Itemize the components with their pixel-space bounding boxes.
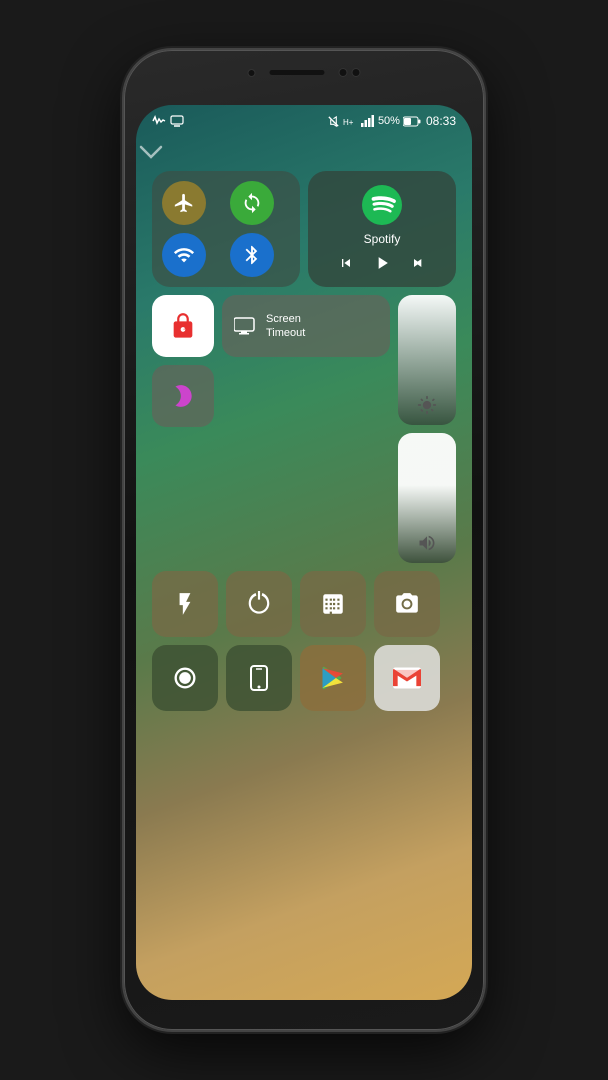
- airplane-mode-btn[interactable]: [162, 181, 206, 225]
- speaker: [270, 70, 325, 75]
- chevron-indicator[interactable]: [136, 133, 472, 166]
- status-time: 08:33: [426, 114, 456, 128]
- control-center: Spotify: [136, 166, 472, 729]
- wifi-btn[interactable]: [162, 233, 206, 277]
- do-not-disturb-btn[interactable]: [152, 365, 214, 427]
- calculator-btn[interactable]: [300, 571, 366, 637]
- gmail-icon: [393, 667, 421, 689]
- front-camera: [248, 69, 256, 77]
- battery-percent: 50%: [378, 115, 400, 127]
- moon-icon: [170, 383, 196, 409]
- bottom-row-2: [152, 645, 456, 711]
- wifi-icon: [173, 244, 195, 266]
- timer-icon: [246, 591, 272, 617]
- rotation-icon: [241, 192, 263, 214]
- play-btn[interactable]: [372, 253, 392, 273]
- sliders-area: [398, 295, 456, 563]
- camera-2: [352, 68, 361, 77]
- phone-outer: H+ 50% 08:33: [124, 50, 484, 1030]
- volume-icon: [417, 533, 437, 553]
- play-store-btn[interactable]: [300, 645, 366, 711]
- lock-rotation-icon: [169, 312, 197, 340]
- left-icons-col: [152, 295, 214, 563]
- screen-timeout-btn[interactable]: ScreenTimeout: [222, 295, 390, 357]
- spotify-logo: [362, 185, 402, 225]
- volume-slider[interactable]: [398, 433, 456, 563]
- screen-timeout-label: ScreenTimeout: [266, 312, 305, 341]
- camera-btn[interactable]: [374, 571, 440, 637]
- spotify-panel: Spotify: [308, 171, 456, 287]
- screen-record-icon: [170, 114, 184, 128]
- status-left: [152, 114, 184, 128]
- brightness-slider[interactable]: [398, 295, 456, 425]
- bluetooth-btn[interactable]: [230, 233, 274, 277]
- status-right: H+ 50% 08:33: [327, 114, 456, 128]
- mobile-btn[interactable]: [226, 645, 292, 711]
- mute-icon: [327, 115, 340, 128]
- quick-toggles-panel: [152, 171, 300, 287]
- svg-text:H+: H+: [343, 118, 354, 127]
- screen-record-btn[interactable]: [152, 645, 218, 711]
- cell-signal-icon: [361, 115, 375, 127]
- battery-icon: [403, 116, 421, 127]
- chevron-down-icon: [136, 143, 166, 161]
- rotation-btn[interactable]: [230, 181, 274, 225]
- camera-1: [339, 68, 348, 77]
- spotify-label: Spotify: [364, 232, 401, 246]
- top-grid: Spotify: [152, 171, 456, 287]
- torch-btn[interactable]: [152, 571, 218, 637]
- middle-controls: ScreenTimeout: [152, 295, 456, 563]
- gmail-btn[interactable]: [374, 645, 440, 711]
- screen-record-icon: [171, 664, 199, 692]
- camera-icon: [394, 591, 420, 617]
- activity-icon: [152, 114, 166, 128]
- phone-screen: H+ 50% 08:33: [136, 105, 472, 1000]
- screen-timeout-icon: [234, 317, 258, 335]
- brightness-icon: [417, 395, 437, 415]
- play-store-icon: [319, 664, 347, 692]
- bottom-row-1: [152, 571, 456, 637]
- bluetooth-icon: [241, 244, 263, 266]
- calculator-icon: [320, 591, 346, 617]
- airplane-icon: [173, 192, 195, 214]
- screen-lock-btn[interactable]: [152, 295, 214, 357]
- mobile-icon: [247, 665, 271, 691]
- torch-icon: [172, 591, 198, 617]
- spotify-controls[interactable]: [336, 253, 428, 273]
- signal-icon: H+: [343, 115, 358, 127]
- status-bar: H+ 50% 08:33: [136, 105, 472, 133]
- next-btn[interactable]: [408, 255, 428, 271]
- timer-btn[interactable]: [226, 571, 292, 637]
- prev-btn[interactable]: [336, 255, 356, 271]
